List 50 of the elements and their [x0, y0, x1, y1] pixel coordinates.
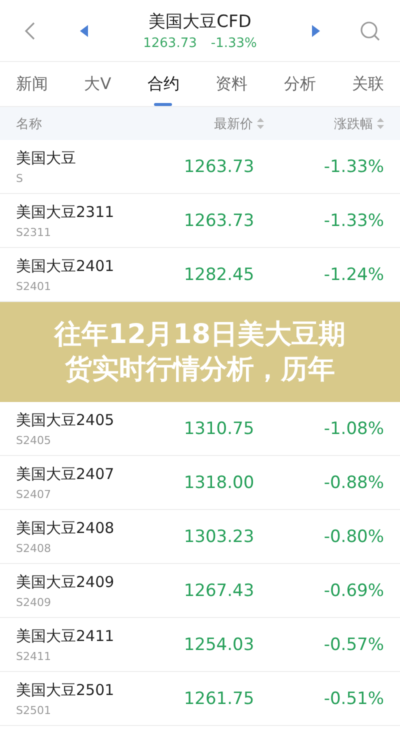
latest-price: 1303.23: [182, 526, 256, 546]
price-change: -0.51%: [322, 688, 384, 708]
contract-code: S2501: [16, 704, 52, 716]
tab[interactable]: 关联: [350, 62, 386, 106]
instrument-title: 美国大豆CFD: [148, 11, 252, 33]
contract-code: S2311: [16, 226, 52, 238]
latest-price: 1310.75: [182, 418, 256, 438]
latest-price: 1318.00: [182, 472, 256, 492]
contract-code: S2411: [16, 650, 52, 662]
latest-price: 1263.73: [182, 210, 256, 230]
header-price: 1263.73: [143, 36, 197, 51]
contract-name[interactable]: 美国大豆2311: [16, 202, 164, 222]
contract-name[interactable]: 美国大豆2411: [16, 626, 164, 646]
price-change: -1.08%: [322, 418, 384, 438]
contract-code: S2401: [16, 280, 52, 292]
price-change: -0.69%: [322, 580, 384, 600]
headline-line: 货实时行情分析，历年: [65, 353, 335, 387]
contract-code: S2409: [16, 596, 52, 608]
contract-code: S2407: [16, 488, 52, 500]
tab[interactable]: 合约: [145, 62, 182, 106]
contract-name[interactable]: 美国大豆2405: [16, 410, 164, 430]
tab[interactable]: 新闻: [14, 62, 50, 106]
contract-name[interactable]: 美国大豆2408: [16, 518, 164, 538]
column-header: 名称: [16, 116, 43, 132]
latest-price: 1267.43: [182, 580, 256, 600]
tab[interactable]: 分析: [282, 62, 318, 106]
contract-name[interactable]: 美国大豆2401: [16, 256, 164, 276]
contract-code: S: [16, 172, 24, 184]
contract-name[interactable]: 美国大豆: [16, 148, 164, 168]
price-change: -1.33%: [322, 156, 384, 176]
latest-price: 1282.45: [182, 264, 256, 284]
header-change: -1.33%: [210, 36, 257, 51]
latest-price: 1263.73: [182, 156, 256, 176]
sort-icon[interactable]: [377, 118, 384, 129]
price-change: -0.88%: [322, 472, 384, 492]
contract-name[interactable]: 美国大豆2501: [16, 680, 164, 700]
contract-code: S2405: [16, 434, 52, 446]
headline-line: 往年12月18日美大豆期: [54, 318, 346, 352]
sort-icon[interactable]: [257, 118, 264, 129]
price-change: -0.80%: [322, 526, 384, 546]
contract-name[interactable]: 美国大豆2409: [16, 572, 164, 592]
tab[interactable]: 资料: [214, 62, 250, 106]
contract-code: S2408: [16, 542, 52, 554]
tab[interactable]: 大V: [82, 62, 114, 106]
latest-price: 1254.03: [182, 634, 256, 654]
price-change: -1.33%: [322, 210, 384, 230]
latest-price: 1261.75: [182, 688, 256, 708]
price-change: -0.57%: [322, 634, 384, 654]
contract-name[interactable]: 美国大豆2407: [16, 464, 164, 484]
price-change: -1.24%: [322, 264, 384, 284]
